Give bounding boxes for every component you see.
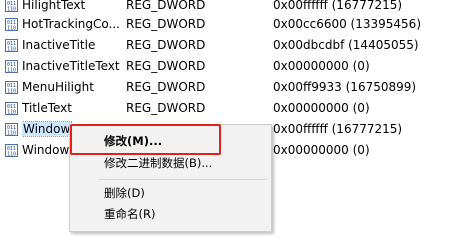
svg-text:110: 110 — [7, 68, 16, 74]
svg-text:110: 110 — [7, 47, 16, 53]
value-name-text: Window — [22, 121, 73, 137]
value-data: 0x00000000 (0) — [273, 59, 370, 73]
menu-item-rename[interactable]: 重命名(R) — [70, 203, 271, 225]
svg-text:110: 110 — [7, 152, 16, 158]
value-name: InactiveTitle — [22, 38, 96, 52]
value-data: 0x00dbcdbf (14405055) — [273, 38, 419, 52]
menu-item-modify-binary[interactable]: 修改二进制数据(B)... — [70, 152, 271, 174]
menu-item-delete[interactable]: 删除(D) — [70, 182, 271, 204]
reg-dword-icon: 011110 — [5, 102, 18, 115]
value-type: REG_DWORD — [126, 80, 206, 94]
menu-item-label: 修改二进制数据(B)... — [104, 156, 213, 170]
value-name: TitleText — [22, 101, 72, 115]
value-data: 0x00000000 (0) — [273, 101, 370, 115]
svg-text:110: 110 — [7, 89, 16, 95]
registry-value-row[interactable]: 011 110 TitleText REG_DWORD 0x00000000 (0… — [0, 98, 472, 119]
value-type: REG_DWORD — [126, 59, 206, 73]
value-name: HotTrackingCo... — [22, 17, 120, 31]
value-data: 0x00ffffff (16777215) — [273, 122, 403, 136]
value-name: InactiveTitleText — [22, 59, 120, 73]
reg-dword-icon: 011110 — [5, 144, 18, 157]
value-data: 0x00cc6600 (13395456) — [273, 17, 421, 31]
svg-text:110: 110 — [7, 131, 16, 137]
value-data: 0x00000000 (0) — [273, 143, 370, 157]
svg-text:110: 110 — [7, 110, 16, 116]
value-name: MenuHilight — [22, 80, 94, 94]
registry-value-row[interactable]: 011 110 HotTrackingCo... REG_DWORD 0x00cc… — [0, 14, 472, 35]
reg-dword-icon: 011110 — [5, 18, 18, 31]
reg-dword-icon: 011110 — [5, 123, 18, 136]
menu-item-label: 重命名(R) — [104, 207, 156, 221]
svg-text:110: 110 — [7, 7, 16, 13]
menu-separator — [99, 179, 267, 180]
registry-value-row[interactable]: 011 110 InactiveTitle REG_DWORD 0x00dbcdb… — [0, 35, 472, 56]
value-data: 0x00ff9933 (16750899) — [273, 80, 417, 94]
menu-item-label: 删除(D) — [104, 186, 145, 200]
registry-value-row[interactable]: 011 110 InactiveTitleText REG_DWORD 0x000… — [0, 56, 472, 77]
registry-value-row[interactable]: 011 110 MenuHilight REG_DWORD 0x00ff9933 … — [0, 77, 472, 98]
highlight-annotation-box — [70, 124, 221, 155]
svg-text:110: 110 — [7, 26, 16, 32]
reg-dword-icon: 011110 — [5, 60, 18, 73]
reg-dword-icon: 011110 — [5, 0, 18, 12]
reg-dword-icon: 011110 — [5, 39, 18, 52]
value-type: REG_DWORD — [126, 38, 206, 52]
value-type: REG_DWORD — [126, 101, 206, 115]
reg-dword-icon: 011110 — [5, 81, 18, 94]
value-type: REG_DWORD — [126, 17, 206, 31]
